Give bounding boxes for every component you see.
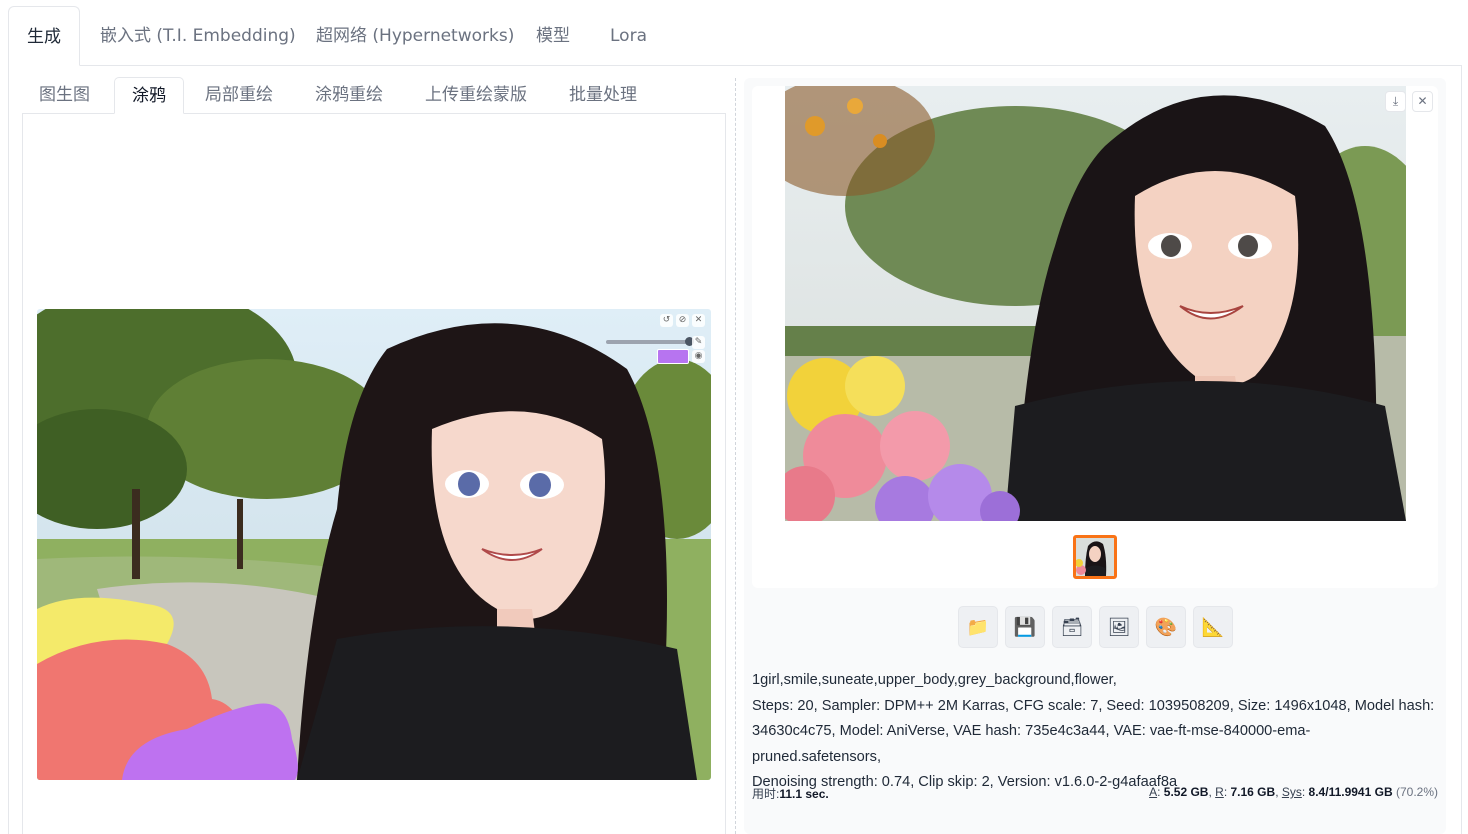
tab-label: 局部重绘 bbox=[205, 85, 273, 105]
tab-embedding[interactable]: 嵌入式 (T.I. Embedding) bbox=[82, 6, 314, 66]
archive-icon: 🗃 bbox=[1060, 616, 1084, 638]
generation-info: 1girl,smile,suneate,upper_body,grey_back… bbox=[752, 668, 1438, 796]
output-action-bar: 📁 💾 🗃 🖼 🎨 📐 bbox=[958, 606, 1233, 648]
brush-icon[interactable]: ✎ bbox=[692, 336, 705, 349]
tab-lora[interactable]: Lora bbox=[592, 6, 665, 66]
folder-icon: 📁 bbox=[966, 616, 990, 638]
color-picker-icon[interactable]: ◉ bbox=[692, 350, 705, 363]
close-icon: ✕ bbox=[1417, 94, 1428, 108]
sketch-canvas[interactable]: ↺ ⊘ ✕ ✎ ◉ bbox=[37, 309, 711, 780]
img2img-tab-bar: 图生图 涂鸦 局部重绘 涂鸦重绘 上传重绘蒙版 批量处理 bbox=[22, 77, 726, 114]
main-tab-bar: 生成 嵌入式 (T.I. Embedding) 超网络 (Hypernetwor… bbox=[8, 6, 1462, 66]
tab-label: 模型 bbox=[536, 26, 570, 46]
sketch-toolbar: ↺ ⊘ ✕ bbox=[660, 314, 705, 327]
tab-generate[interactable]: 生成 bbox=[8, 6, 80, 66]
tab-label: 生成 bbox=[27, 27, 61, 47]
params-line-2: 34630c4c75, Model: AniVerse, VAE hash: 7… bbox=[752, 723, 1311, 765]
mem-r-value: 7.16 GB bbox=[1230, 785, 1276, 799]
brush-size-slider[interactable] bbox=[606, 337, 694, 346]
send-to-extras-button[interactable]: 📐 bbox=[1193, 606, 1233, 648]
elapsed-time: 用时:11.1 sec. bbox=[752, 785, 829, 802]
thumbnail-image bbox=[1076, 538, 1114, 576]
tab-label: 图生图 bbox=[39, 85, 90, 105]
params-line-1: Steps: 20, Sampler: DPM++ 2M Karras, CFG… bbox=[752, 697, 1435, 714]
tab-label: 涂鸦 bbox=[132, 86, 166, 106]
tab-sketch[interactable]: 涂鸦 bbox=[114, 77, 184, 114]
floppy-icon: 💾 bbox=[1013, 616, 1037, 638]
tab-label: 上传重绘蒙版 bbox=[425, 85, 527, 105]
tab-inpaint-upload[interactable]: 上传重绘蒙版 bbox=[408, 77, 544, 114]
memory-stats: A: 5.52 GB, R: 7.16 GB, Sys: 8.4/11.9941… bbox=[1149, 785, 1438, 799]
tab-img2img[interactable]: 图生图 bbox=[22, 77, 107, 114]
prompt-text: 1girl,smile,suneate,upper_body,grey_back… bbox=[752, 672, 1117, 688]
mem-sys-label: Sys bbox=[1281, 785, 1302, 799]
download-icon: ⤓ bbox=[1392, 94, 1399, 108]
zip-button[interactable]: 🗃 bbox=[1052, 606, 1092, 648]
tab-hypernetworks[interactable]: 超网络 (Hypernetworks) bbox=[298, 6, 532, 66]
picture-icon: 🖼 bbox=[1107, 616, 1131, 638]
send-to-img2img-button[interactable]: 🖼 bbox=[1099, 606, 1139, 648]
mem-r-label: R bbox=[1215, 785, 1224, 799]
open-folder-button[interactable]: 📁 bbox=[958, 606, 998, 648]
time-label: 用时: bbox=[752, 787, 780, 801]
mem-sys-value: 8.4/11.9941 GB bbox=[1308, 785, 1393, 799]
tab-label: 涂鸦重绘 bbox=[315, 85, 383, 105]
tab-label: 批量处理 bbox=[569, 85, 637, 105]
tab-models[interactable]: 模型 bbox=[518, 6, 588, 66]
time-value: 11.1 sec. bbox=[779, 787, 829, 801]
tab-inpaint[interactable]: 局部重绘 bbox=[188, 77, 290, 114]
close-icon[interactable]: ✕ bbox=[692, 314, 705, 327]
gallery-thumbnail[interactable] bbox=[1073, 535, 1117, 579]
close-gallery-button[interactable]: ✕ bbox=[1412, 91, 1433, 112]
save-button[interactable]: 💾 bbox=[1005, 606, 1045, 648]
undo-icon[interactable]: ↺ bbox=[660, 314, 673, 327]
mem-a-label: A bbox=[1149, 785, 1158, 799]
ruler-triangle-icon: 📐 bbox=[1201, 616, 1225, 638]
brush-color-swatch[interactable] bbox=[657, 349, 689, 364]
palette-icon: 🎨 bbox=[1154, 616, 1178, 638]
tab-label: 超网络 (Hypernetworks) bbox=[316, 26, 515, 46]
tab-inpaint-sketch[interactable]: 涂鸦重绘 bbox=[298, 77, 400, 114]
sketch-image bbox=[37, 309, 711, 780]
result-image[interactable] bbox=[785, 86, 1406, 521]
mem-sys-percent: (70.2%) bbox=[1395, 785, 1438, 799]
tab-batch[interactable]: 批量处理 bbox=[552, 77, 654, 114]
result-image-art bbox=[785, 86, 1406, 521]
send-to-inpaint-button[interactable]: 🎨 bbox=[1146, 606, 1186, 648]
panel-divider bbox=[735, 78, 736, 834]
clear-icon[interactable]: ⊘ bbox=[676, 314, 689, 327]
tab-label: Lora bbox=[610, 26, 647, 46]
download-button[interactable]: ⤓ bbox=[1385, 91, 1406, 112]
tab-label: 嵌入式 (T.I. Embedding) bbox=[100, 26, 296, 46]
mem-a-value: 5.52 GB bbox=[1163, 785, 1209, 799]
